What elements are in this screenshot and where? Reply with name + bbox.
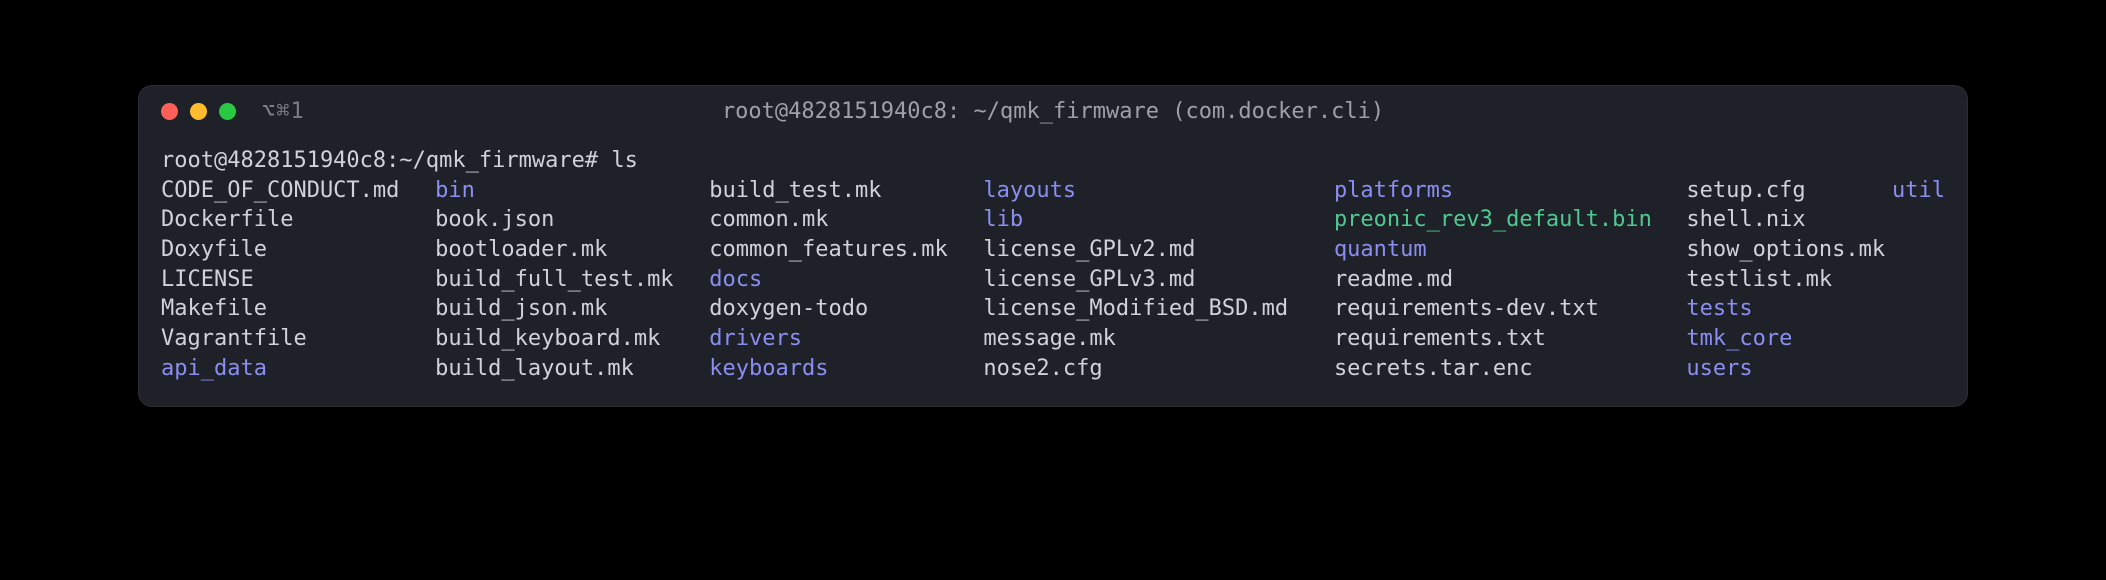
ls-entry: layouts	[983, 176, 1334, 206]
window-title: root@4828151940c8: ~/qmk_firmware (com.d…	[722, 99, 1384, 124]
traffic-lights	[161, 103, 236, 120]
terminal-window: ⌥⌘1 root@4828151940c8: ~/qmk_firmware (c…	[138, 85, 1968, 407]
ls-entry: lib	[983, 205, 1334, 235]
ls-entry: Vagrantfile	[161, 324, 435, 354]
ls-column-6: setup.cfgshell.nixshow_options.mktestlis…	[1686, 176, 1892, 384]
ls-column-7: util	[1892, 176, 1945, 384]
ls-entry: shell.nix	[1686, 205, 1892, 235]
ls-column-3: build_test.mkcommon.mkcommon_features.mk…	[709, 176, 983, 384]
ls-entry: tmk_core	[1686, 324, 1892, 354]
ls-entry: build_keyboard.mk	[435, 324, 709, 354]
ls-entry: common.mk	[709, 205, 983, 235]
ls-entry: license_Modified_BSD.md	[983, 294, 1334, 324]
ls-entry: Doxyfile	[161, 235, 435, 265]
ls-entry: requirements.txt	[1334, 324, 1686, 354]
ls-entry: CODE_OF_CONDUCT.md	[161, 176, 435, 206]
tab-label[interactable]: ⌥⌘1	[262, 99, 305, 124]
zoom-button[interactable]	[219, 103, 236, 120]
ls-entry: common_features.mk	[709, 235, 983, 265]
ls-entry: users	[1686, 354, 1892, 384]
ls-entry: preonic_rev3_default.bin	[1334, 205, 1686, 235]
ls-entry: readme.md	[1334, 265, 1686, 295]
ls-entry: drivers	[709, 324, 983, 354]
ls-entry: bootloader.mk	[435, 235, 709, 265]
ls-entry: Makefile	[161, 294, 435, 324]
ls-column-4: layoutsliblicense_GPLv2.mdlicense_GPLv3.…	[983, 176, 1334, 384]
ls-entry: LICENSE	[161, 265, 435, 295]
ls-entry: secrets.tar.enc	[1334, 354, 1686, 384]
ls-entry: show_options.mk	[1686, 235, 1892, 265]
ls-column-1: CODE_OF_CONDUCT.mdDockerfileDoxyfileLICE…	[161, 176, 435, 384]
ls-entry: message.mk	[983, 324, 1334, 354]
ls-entry: setup.cfg	[1686, 176, 1892, 206]
terminal-content[interactable]: root@4828151940c8:~/qmk_firmware# ls COD…	[139, 136, 1967, 406]
ls-entry: requirements-dev.txt	[1334, 294, 1686, 324]
ls-output: CODE_OF_CONDUCT.mdDockerfileDoxyfileLICE…	[161, 176, 1945, 384]
ls-entry: tests	[1686, 294, 1892, 324]
ls-entry: build_full_test.mk	[435, 265, 709, 295]
ls-entry: platforms	[1334, 176, 1686, 206]
ls-entry: util	[1892, 176, 1945, 206]
ls-entry: bin	[435, 176, 709, 206]
ls-entry: build_json.mk	[435, 294, 709, 324]
minimize-button[interactable]	[190, 103, 207, 120]
ls-entry: testlist.mk	[1686, 265, 1892, 295]
ls-entry: docs	[709, 265, 983, 295]
ls-entry: book.json	[435, 205, 709, 235]
title-bar: ⌥⌘1 root@4828151940c8: ~/qmk_firmware (c…	[139, 86, 1967, 136]
ls-entry: license_GPLv2.md	[983, 235, 1334, 265]
ls-column-5: platformspreonic_rev3_default.binquantum…	[1334, 176, 1686, 384]
ls-entry: nose2.cfg	[983, 354, 1334, 384]
ls-entry: build_layout.mk	[435, 354, 709, 384]
ls-entry: build_test.mk	[709, 176, 983, 206]
ls-entry: doxygen-todo	[709, 294, 983, 324]
ls-entry: license_GPLv3.md	[983, 265, 1334, 295]
ls-column-2: binbook.jsonbootloader.mkbuild_full_test…	[435, 176, 709, 384]
prompt-line: root@4828151940c8:~/qmk_firmware# ls	[161, 146, 1945, 176]
ls-entry: quantum	[1334, 235, 1686, 265]
ls-entry: Dockerfile	[161, 205, 435, 235]
ls-entry: keyboards	[709, 354, 983, 384]
close-button[interactable]	[161, 103, 178, 120]
ls-entry: api_data	[161, 354, 435, 384]
